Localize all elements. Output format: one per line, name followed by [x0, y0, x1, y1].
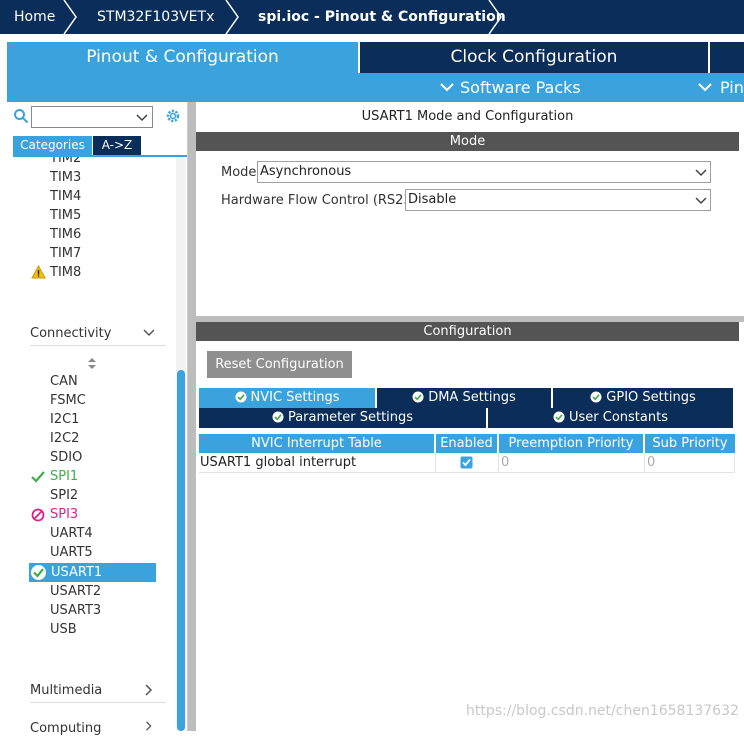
software-packs-menu[interactable]: Software Packs: [460, 78, 581, 97]
check-circle-icon: [272, 411, 284, 423]
search-input[interactable]: [31, 106, 153, 128]
timers-list: TIM2 TIM3 TIM4 TIM5 TIM6 TIM7 TIM8: [7, 157, 176, 282]
list-item-tim8[interactable]: TIM8: [50, 263, 81, 282]
chevron-down-icon: [698, 83, 712, 92]
tab-categories[interactable]: Categories: [13, 136, 92, 155]
tab-gpio-label: GPIO Settings: [606, 390, 696, 405]
chevron-down-icon: [695, 169, 707, 177]
check-circle-icon: [412, 391, 424, 403]
tab-a-z[interactable]: A->Z: [93, 136, 141, 155]
chevron-down-icon[interactable]: [143, 329, 155, 337]
list-item-usb[interactable]: USB: [50, 620, 77, 639]
table-cell-preemption[interactable]: 0: [499, 453, 645, 473]
list-item-tim6[interactable]: TIM6: [50, 225, 81, 244]
tab-clock-configuration[interactable]: Clock Configuration: [360, 42, 708, 73]
flow-control-select[interactable]: Disable: [405, 189, 711, 211]
list-item-spi1[interactable]: SPI1: [50, 467, 78, 486]
flow-control-select-value: Disable: [408, 192, 457, 207]
warning-icon: [31, 265, 46, 279]
column-header-sub-priority[interactable]: Sub Priority: [645, 434, 735, 453]
mode-section-header: Mode: [196, 132, 739, 151]
search-icon[interactable]: [13, 108, 29, 124]
column-header-interrupt[interactable]: NVIC Interrupt Table: [199, 434, 434, 453]
breadcrumb-separator-icon: [63, 0, 77, 34]
breadcrumb-separator-icon: [225, 0, 239, 34]
list-item-uart5[interactable]: UART5: [50, 543, 93, 562]
page-title: USART1 Mode and Configuration: [361, 109, 574, 124]
scrollbar-thumb[interactable]: [177, 370, 185, 731]
breadcrumb-separator-icon: [488, 0, 502, 34]
column-header-enabled[interactable]: Enabled: [436, 434, 497, 453]
chevron-down-icon: [440, 83, 454, 92]
check-circle-icon: [31, 565, 46, 580]
tab-user-constants-label: User Constants: [569, 410, 668, 425]
list-item-usart3[interactable]: USART3: [50, 601, 101, 620]
list-item-i2c2[interactable]: I2C2: [50, 429, 79, 448]
section-computing-label: Computing: [30, 721, 102, 736]
list-item-spi2[interactable]: SPI2: [50, 486, 78, 505]
list-item-can[interactable]: CAN: [50, 372, 78, 391]
chevron-right-icon[interactable]: [145, 684, 153, 696]
mode-label: Mode: [221, 165, 257, 180]
chevron-down-icon: [695, 197, 707, 205]
watermark-text: https://blog.csdn.net/chen1658137632: [466, 703, 739, 719]
list-item-tim2[interactable]: TIM2: [50, 157, 81, 168]
mode-select-value: Asynchronous: [260, 164, 352, 179]
configuration-section-header: Configuration: [196, 322, 739, 341]
table-cell-sub-priority[interactable]: 0: [645, 453, 735, 473]
table-cell-enabled: [436, 453, 499, 473]
list-item-sdio[interactable]: SDIO: [50, 448, 82, 467]
flow-control-label: Hardware Flow Control (RS232): [221, 193, 426, 208]
disabled-icon: [31, 508, 45, 522]
sort-icon[interactable]: [87, 357, 97, 370]
tab-dma-settings[interactable]: DMA Settings: [377, 388, 551, 408]
tab-parameter-label: Parameter Settings: [287, 410, 414, 425]
tab-nvic-settings[interactable]: NVIC Settings: [199, 388, 375, 408]
list-item-tim4[interactable]: TIM4: [50, 187, 81, 206]
breadcrumb-home[interactable]: Home: [14, 0, 55, 34]
tab-dma-label: DMA Settings: [428, 390, 516, 405]
list-item-usart2[interactable]: USART2: [50, 582, 101, 601]
chevron-right-icon[interactable]: [145, 721, 153, 731]
mode-select[interactable]: Asynchronous: [257, 161, 711, 183]
tab-nvic-label: NVIC Settings: [250, 390, 340, 405]
list-item-i2c1[interactable]: I2C1: [50, 410, 79, 429]
check-icon: [31, 471, 45, 483]
list-item-tim7[interactable]: TIM7: [50, 244, 81, 263]
reset-configuration-button[interactable]: Reset Configuration: [207, 351, 352, 378]
list-item-usart1[interactable]: USART1: [51, 563, 102, 582]
list-item-fsmc[interactable]: FSMC: [50, 391, 86, 410]
gear-icon[interactable]: [164, 107, 182, 125]
pinout-menu[interactable]: Pin: [720, 78, 744, 97]
enabled-checkbox[interactable]: [460, 456, 473, 469]
secondary-menu-bar: Software Packs Pin: [7, 73, 744, 102]
breadcrumb: Home STM32F103VETx spi.ioc - Pinout & Co…: [0, 0, 744, 34]
tab-pinout-configuration[interactable]: Pinout & Configuration: [7, 42, 358, 73]
breadcrumb-file[interactable]: spi.ioc - Pinout & Configuration: [258, 0, 506, 34]
list-item-uart4[interactable]: UART4: [50, 524, 93, 543]
list-item-tim5[interactable]: TIM5: [50, 206, 81, 225]
breadcrumb-device[interactable]: STM32F103VETx: [97, 0, 214, 34]
chevron-down-icon[interactable]: [136, 114, 148, 122]
list-item-spi3[interactable]: SPI3: [50, 505, 78, 524]
check-circle-icon: [235, 391, 246, 403]
column-header-preemption[interactable]: Preemption Priority: [499, 434, 643, 453]
tab-parameter-settings[interactable]: Parameter Settings: [199, 408, 486, 428]
section-connectivity-label: Connectivity: [30, 326, 112, 341]
check-circle-icon: [553, 411, 565, 423]
list-item-tim3[interactable]: TIM3: [50, 168, 81, 187]
panel-splitter[interactable]: [188, 102, 196, 731]
tab-gpio-settings[interactable]: GPIO Settings: [553, 388, 733, 408]
section-multimedia-label: Multimedia: [30, 683, 103, 698]
tab-overflow[interactable]: [710, 42, 744, 73]
table-cell-interrupt-name: USART1 global interrupt: [199, 453, 436, 473]
check-circle-icon: [590, 391, 602, 403]
tab-user-constants[interactable]: User Constants: [488, 408, 733, 428]
